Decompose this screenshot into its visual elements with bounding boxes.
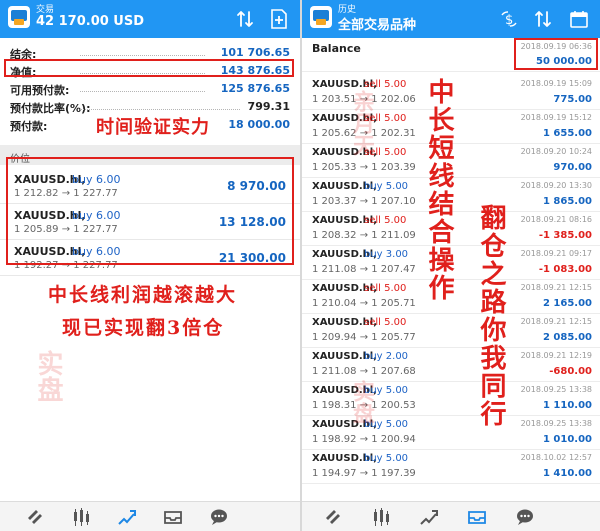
- summary-row-free-margin: 可用预付款: 125 876.65: [0, 80, 300, 98]
- equity-highlight-box: [4, 59, 294, 77]
- app-logo-icon[interactable]: [8, 6, 30, 28]
- balance-label: Balance: [312, 42, 361, 55]
- summary-value: 799.31: [247, 100, 290, 113]
- new-order-icon[interactable]: [266, 6, 292, 32]
- deal-amount: 775.00: [553, 94, 592, 105]
- deal-side: sell 5.00: [364, 317, 407, 328]
- summary-label: 可用预付款:: [10, 84, 70, 97]
- deal-amount: 2 085.00: [542, 332, 592, 343]
- deal-date: 2018.09.25 13:38: [520, 385, 592, 394]
- history-row[interactable]: XAUUSD.hl, buy 2.00 1 211.08 → 1 207.68 …: [302, 348, 600, 382]
- deal-amount: -1 385.00: [538, 230, 592, 241]
- summary-value: 101 706.65: [220, 46, 290, 59]
- deal-amount: -680.00: [549, 366, 592, 377]
- trade-panel: 交易 42 170.00 USD 结余: 101 706.65 净值: 143 …: [0, 0, 300, 531]
- deal-side: buy 3.00: [364, 249, 409, 260]
- deal-amount: 970.00: [553, 162, 592, 173]
- messages-icon[interactable]: [208, 506, 230, 528]
- deal-date: 2018.09.21 12:15: [520, 317, 592, 326]
- overlay-profit-line2: 现已实现翻3倍仓: [62, 317, 225, 339]
- positions-highlight-box: [6, 157, 294, 265]
- deal-date: 2018.09.21 09:17: [520, 249, 592, 258]
- history-row[interactable]: XAUUSD.hl, sell 5.00 1 209.94 → 1 205.77…: [302, 314, 600, 348]
- watermark-stamp: 实盘: [349, 380, 375, 424]
- overlay-profit-line1: 中长线利润越滚越大: [48, 284, 238, 306]
- deal-prices: 1 205.33 → 1 203.39: [312, 162, 416, 173]
- chart-icon[interactable]: [370, 506, 392, 528]
- deal-prices: 1 211.08 → 1 207.47: [312, 264, 416, 275]
- history-topbar: 历史 全部交易品种 $: [302, 0, 600, 38]
- deal-side: sell 5.00: [364, 79, 407, 90]
- deal-amount: 1 010.00: [542, 434, 592, 445]
- filter-symbol-icon[interactable]: $: [496, 6, 522, 32]
- watermark-stamp: 实盘: [33, 350, 63, 402]
- deal-date: 2018.09.20 10:24: [520, 147, 592, 156]
- deal-date: 2018.09.19 15:12: [520, 113, 592, 122]
- bottom-navigation: [0, 501, 300, 531]
- balance-highlight-box: [514, 38, 598, 70]
- summary-label: 预付款:: [10, 120, 48, 133]
- history-row[interactable]: XAUUSD.hl, buy 5.00 1 194.97 → 1 197.39 …: [302, 450, 600, 484]
- deal-amount: 1 865.00: [542, 196, 592, 207]
- deal-prices: 1 194.97 → 1 197.39: [312, 468, 416, 479]
- deal-side: buy 5.00: [364, 181, 409, 192]
- deal-side: buy 5.00: [364, 453, 409, 464]
- deal-prices: 1 209.94 → 1 205.77: [312, 332, 416, 343]
- deal-prices: 1 203.37 → 1 207.10: [312, 196, 416, 207]
- deal-amount: 1 110.00: [542, 400, 592, 411]
- deal-amount: 1 655.00: [542, 128, 592, 139]
- overlay-time-proves: 时间验证实力: [96, 117, 210, 138]
- deal-amount: 2 165.00: [542, 298, 592, 309]
- watermark-stamp: 亲月天: [349, 90, 375, 156]
- deal-side: buy 2.00: [364, 351, 409, 362]
- deal-date: 2018.09.21 12:15: [520, 283, 592, 292]
- quotes-icon[interactable]: [322, 506, 344, 528]
- history-panel: 历史 全部交易品种 $ Balance 2018.09.19 06:36 50 …: [302, 0, 600, 531]
- quotes-icon[interactable]: [24, 506, 46, 528]
- deal-prices: 1 198.92 → 1 200.94: [312, 434, 416, 445]
- deal-date: 2018.09.21 08:16: [520, 215, 592, 224]
- overlay-journey-column: 翻仓之路你我同行: [476, 204, 506, 428]
- sort-icon[interactable]: [232, 6, 258, 32]
- summary-value: 18 000.00: [228, 118, 290, 131]
- calendar-icon[interactable]: [566, 6, 592, 32]
- deal-amount: 1 410.00: [542, 468, 592, 479]
- trade-icon[interactable]: [418, 506, 440, 528]
- history-icon[interactable]: [162, 506, 184, 528]
- bottom-navigation: [302, 501, 600, 531]
- deal-side: sell 5.00: [364, 215, 407, 226]
- summary-value: 125 876.65: [220, 82, 290, 95]
- summary-label: 预付款比率(%):: [10, 102, 91, 115]
- trade-topbar: 交易 42 170.00 USD: [0, 0, 300, 38]
- deal-date: 2018.09.25 13:38: [520, 419, 592, 428]
- sort-icon[interactable]: [530, 6, 556, 32]
- deal-date: 2018.09.19 15:09: [520, 79, 592, 88]
- deal-amount: -1 083.00: [538, 264, 592, 275]
- history-icon[interactable]: [466, 506, 488, 528]
- chart-icon[interactable]: [70, 506, 92, 528]
- deal-date: 2018.09.21 12:19: [520, 351, 592, 360]
- deal-date: 2018.10.02 12:57: [520, 453, 592, 462]
- topbar-title: 42 170.00 USD: [36, 14, 145, 29]
- deal-prices: 1 211.08 → 1 207.68: [312, 366, 416, 377]
- topbar-title: 全部交易品种: [338, 18, 417, 33]
- overlay-strategy-column: 中长短线结合操作: [424, 78, 454, 302]
- deal-prices: 1 210.04 → 1 205.71: [312, 298, 416, 309]
- deal-date: 2018.09.20 13:30: [520, 181, 592, 190]
- messages-icon[interactable]: [514, 506, 536, 528]
- app-logo-icon[interactable]: [310, 6, 332, 28]
- trade-icon[interactable]: [116, 506, 138, 528]
- deal-prices: 1 208.32 → 1 211.09: [312, 230, 416, 241]
- deal-side: sell 5.00: [364, 283, 407, 294]
